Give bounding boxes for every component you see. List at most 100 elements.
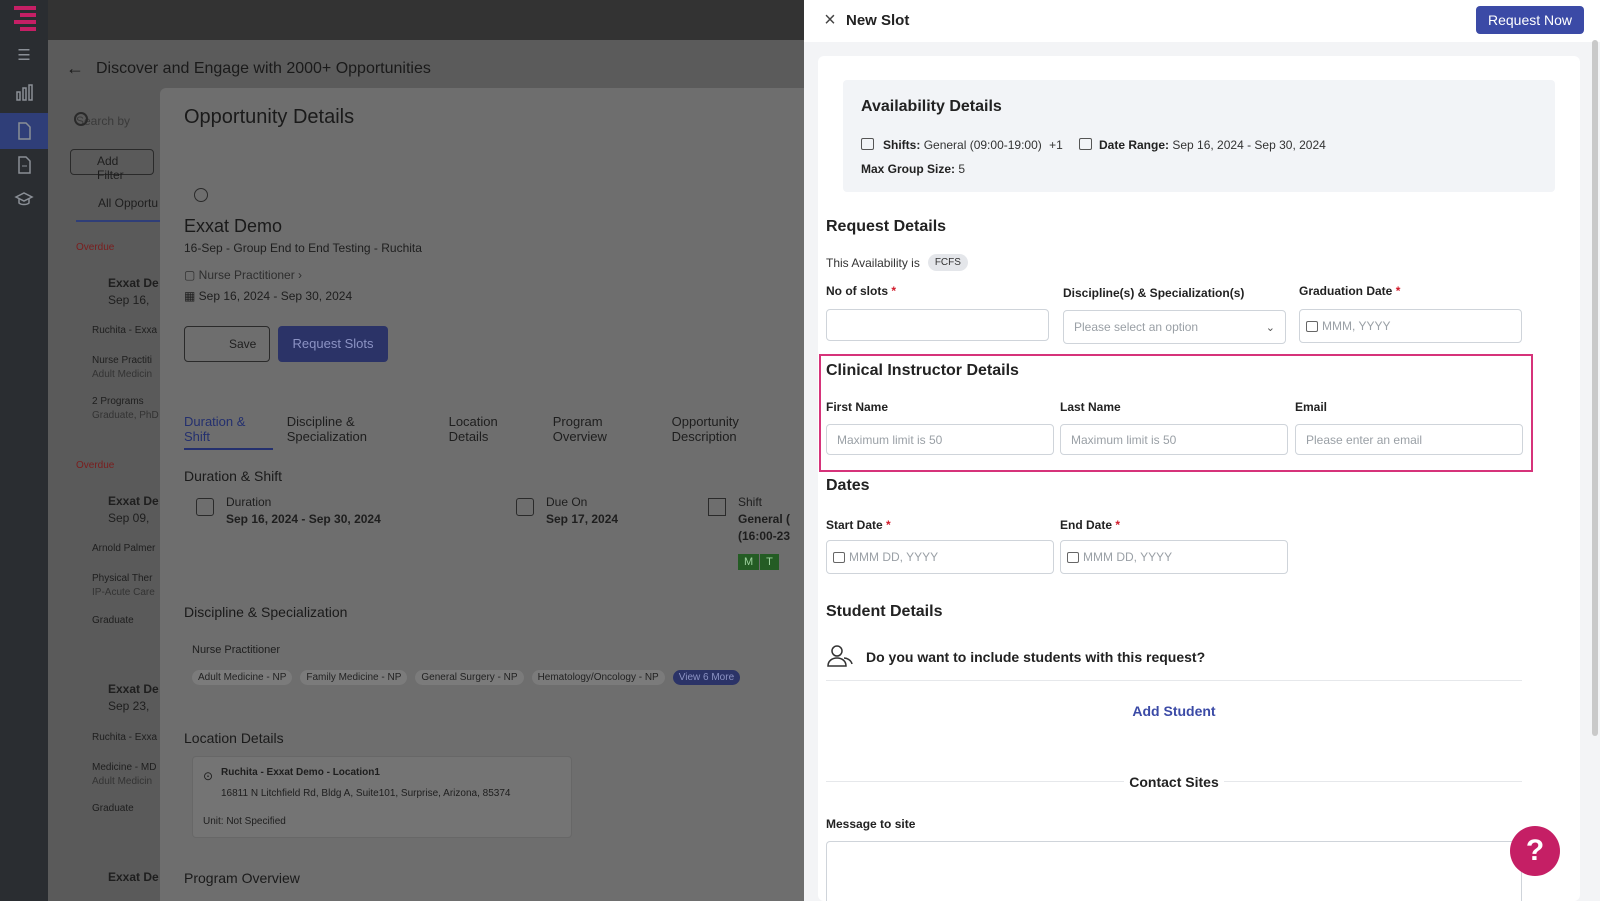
view-more-chip[interactable]: View 6 More xyxy=(672,670,741,685)
start-date-input[interactable]: MMM DD, YYYY xyxy=(826,540,1054,574)
duration-value: Sep 16, 2024 - Sep 30, 2024 xyxy=(226,512,381,526)
help-button[interactable]: ? xyxy=(1510,826,1560,876)
calendar-icon xyxy=(833,551,845,563)
day-chip: M xyxy=(738,554,760,570)
location-unit: Unit: Not Specified xyxy=(203,816,286,827)
required-marker: * xyxy=(891,284,897,298)
first-name-input[interactable]: Maximum limit is 50 xyxy=(826,424,1054,455)
email-input[interactable]: Please enter an email xyxy=(1295,424,1523,455)
list-item-program: Medicine - MD xyxy=(92,762,157,773)
availability-type-row: This Availability is FCFS xyxy=(826,254,968,271)
list-item-programs: Graduate xyxy=(92,615,134,626)
section-duration-title: Duration & Shift xyxy=(184,468,283,484)
list-item-date: Sep 23, xyxy=(108,699,150,713)
list-item-programs: Graduate xyxy=(92,803,134,814)
list-item-program-sub: Adult Medicin xyxy=(92,776,153,787)
tab-underline xyxy=(76,220,160,222)
list-item-program: Physical Ther xyxy=(92,573,153,584)
graduation-date-input[interactable]: MMM, YYYY xyxy=(1299,309,1522,343)
required-marker: * xyxy=(886,518,891,532)
calendar-icon xyxy=(1067,551,1079,563)
message-textarea[interactable] xyxy=(826,841,1522,901)
specialization-chips: Adult Medicine - NP Family Medicine - NP… xyxy=(192,670,741,685)
section-location-title: Location Details xyxy=(184,730,284,746)
shift-value: General ( xyxy=(738,512,791,526)
tab-location[interactable]: Location Details xyxy=(449,414,539,450)
menu-icon[interactable]: ☰ xyxy=(14,46,34,66)
request-details-heading: Request Details xyxy=(826,218,947,235)
graduation-cap-icon[interactable] xyxy=(14,189,34,209)
list-item-title[interactable]: Exxat De xyxy=(108,682,159,696)
program-name[interactable]: Nurse Practitioner xyxy=(199,268,295,282)
end-date-input[interactable]: MMM DD, YYYY xyxy=(1060,540,1288,574)
calendar-icon xyxy=(1306,320,1318,332)
last-name-input[interactable]: Maximum limit is 50 xyxy=(1060,424,1288,455)
scrollbar[interactable] xyxy=(1592,40,1598,736)
org-logo-icon xyxy=(194,188,208,202)
back-arrow-icon[interactable]: ← xyxy=(66,58,84,79)
tab-program[interactable]: Program Overview xyxy=(553,414,658,450)
discipline-name: Nurse Practitioner xyxy=(192,644,281,656)
location-pin-icon: ⊙ xyxy=(203,769,214,783)
tab-discipline[interactable]: Discipline & Specialization xyxy=(287,414,435,450)
document-icon[interactable] xyxy=(14,121,34,141)
date-row: ▦ Sep 16, 2024 - Sep 30, 2024 xyxy=(184,289,352,303)
shift-value-2: (16:00-23 xyxy=(738,529,791,543)
request-slots-button[interactable]: Request Slots xyxy=(278,326,388,362)
request-now-button[interactable]: Request Now xyxy=(1476,6,1584,34)
save-button[interactable]: Save xyxy=(184,326,270,362)
shifts-row: Shifts: General (09:00-19:00) +1 xyxy=(883,138,1063,152)
org-name: Exxat Demo xyxy=(184,216,283,236)
list-item-title[interactable]: Exxat De xyxy=(108,276,159,290)
form-panel: Availability Details Shifts: General (09… xyxy=(818,56,1580,901)
date-range-label: Date Range: xyxy=(1099,138,1170,152)
due-value: Sep 17, 2024 xyxy=(546,512,619,526)
availability-heading: Availability Details xyxy=(861,98,1002,115)
exxat-logo-icon[interactable] xyxy=(14,6,36,32)
status-badge: Overdue xyxy=(76,460,115,471)
tab-description[interactable]: Opportunity Description xyxy=(672,414,804,450)
students-icon xyxy=(826,644,854,668)
discipline-select[interactable]: Please select an option ⌄ xyxy=(1063,310,1286,344)
location-card: ⊙ Ruchita - Exxat Demo - Location1 16811… xyxy=(192,756,572,838)
list-item-date: Sep 16, xyxy=(108,293,150,307)
tab-all-opportunities[interactable]: All Opportu xyxy=(98,196,158,210)
details-title: Opportunity Details xyxy=(184,106,355,128)
add-filter-button[interactable]: Add Filter xyxy=(70,149,154,182)
spec-chip: Adult Medicine - NP xyxy=(192,670,293,685)
tab-duration-shift[interactable]: Duration & Shift xyxy=(184,414,273,450)
dates-heading: Dates xyxy=(826,477,870,494)
book-icon: ▢ xyxy=(184,268,199,282)
spec-chip: General Surgery - NP xyxy=(415,670,524,685)
list-item-date: Sep 09, xyxy=(108,511,150,525)
list-item-programs: 2 Programs xyxy=(92,396,144,407)
shifts-more[interactable]: +1 xyxy=(1049,138,1063,152)
list-item-location: Ruchita - Exxa xyxy=(92,325,158,336)
file-icon[interactable] xyxy=(14,155,34,175)
due-icon xyxy=(516,498,534,516)
close-icon[interactable]: × xyxy=(820,10,840,30)
chart-icon[interactable] xyxy=(14,83,34,103)
last-name-label: Last Name xyxy=(1060,400,1121,414)
clinical-instructor-heading: Clinical Instructor Details xyxy=(826,362,1019,379)
add-student-link[interactable]: Add Student xyxy=(826,703,1522,719)
new-slot-drawer: × New Slot Request Now Availability Deta… xyxy=(804,0,1600,901)
page-title: Discover and Engage with 2000+ Opportuni… xyxy=(96,60,431,77)
required-marker: * xyxy=(1115,518,1121,532)
list-item-programs-sub: Graduate, PhD xyxy=(92,410,159,421)
date-range-row: Date Range: Sep 16, 2024 - Sep 30, 2024 xyxy=(1099,138,1326,152)
date-range: Sep 16, 2024 - Sep 30, 2024 xyxy=(198,289,353,303)
list-item-title[interactable]: Exxat De xyxy=(108,870,159,884)
group-size-value: 5 xyxy=(958,162,966,176)
list-item-location: Arnold Palmer xyxy=(92,543,156,554)
slots-label: No of slots * xyxy=(826,284,897,298)
slots-input[interactable] xyxy=(826,309,1049,341)
location-name: Ruchita - Exxat Demo - Location1 xyxy=(221,767,380,778)
list-item-title[interactable]: Exxat De xyxy=(108,494,159,508)
end-date-label: End Date * xyxy=(1060,518,1121,532)
spec-chip: Family Medicine - NP xyxy=(300,670,408,685)
list-item-program: Nurse Practiti xyxy=(92,355,153,366)
fcfs-badge: FCFS xyxy=(927,254,968,271)
due-label: Due On xyxy=(546,495,588,509)
search-icon xyxy=(74,112,88,126)
